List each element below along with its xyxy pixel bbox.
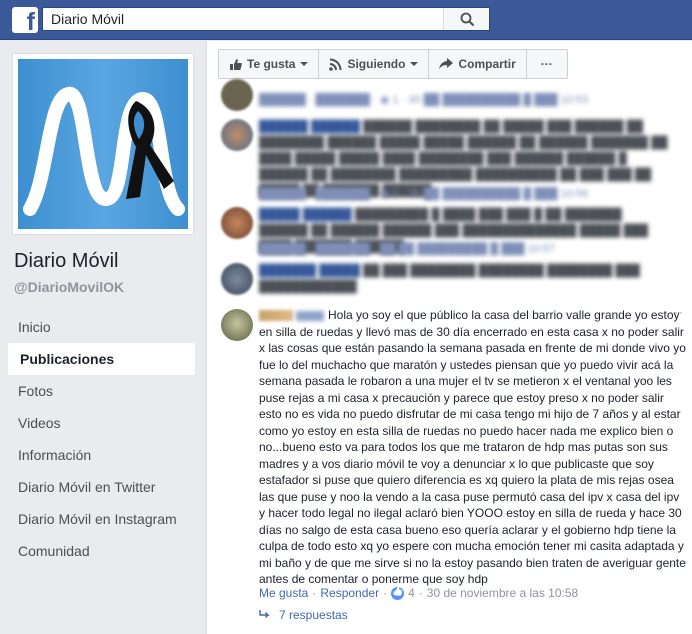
comment-body: Hola yo soy el que público la casa del b…: [259, 307, 687, 588]
page-action-bar: Te gusta Siguiendo Compartir ···: [218, 49, 568, 79]
nav-item-informacion[interactable]: Información: [8, 439, 195, 471]
main-feed: Te gusta Siguiendo Compartir ··· ██████ …: [206, 41, 692, 634]
avatar[interactable]: [221, 119, 253, 151]
search-button[interactable]: [443, 8, 489, 30]
author-name[interactable]: [259, 310, 293, 322]
nav-item-fotos[interactable]: Fotos: [8, 375, 195, 407]
avatar[interactable]: [221, 309, 253, 341]
view-replies-link[interactable]: 7 respuestas: [259, 608, 348, 622]
author-name-suffix[interactable]: [296, 310, 324, 321]
comment-text: Hola yo soy el que público la casa del b…: [259, 308, 686, 586]
avatar[interactable]: [221, 207, 253, 239]
profile-logo-image: [18, 59, 188, 229]
nav-item-publicaciones[interactable]: Publicaciones: [8, 343, 195, 375]
comment-meta: ██████ · ███████ · ◉ 2 · 30 ██ █████████…: [259, 188, 589, 200]
chevron-down-icon: [410, 62, 419, 66]
more-options-button[interactable]: ···: [527, 50, 567, 78]
page-nav: Inicio Publicaciones Fotos Videos Inform…: [8, 311, 195, 567]
top-navbar: f: [0, 0, 692, 40]
reaction-count[interactable]: 4: [408, 586, 415, 600]
share-arrow-icon: [439, 58, 454, 69]
nav-item-inicio[interactable]: Inicio: [8, 311, 195, 343]
rss-icon: [329, 58, 342, 71]
comment-timestamp[interactable]: 30 de noviembre a las 10:58: [427, 586, 578, 600]
comment-reply-link[interactable]: Responder: [320, 586, 379, 600]
search-input[interactable]: [43, 8, 443, 30]
left-column: Diario Móvil @DiarioMovilOK Inicio Publi…: [0, 41, 205, 634]
facebook-logo-icon[interactable]: f: [12, 7, 38, 35]
chevron-down-icon: [300, 62, 309, 66]
share-button[interactable]: Compartir: [429, 50, 527, 78]
like-page-button[interactable]: Te gusta: [219, 50, 320, 78]
search-bar: [42, 7, 490, 31]
page-handle[interactable]: @DiarioMovilOK: [14, 279, 124, 295]
comment-body: ███████ █████ ██ ███ ████████ ████████ █…: [259, 265, 640, 293]
following-button[interactable]: Siguiendo: [319, 50, 430, 78]
nav-item-comunidad[interactable]: Comunidad: [8, 535, 195, 567]
like-reaction-icon[interactable]: [391, 586, 405, 600]
comment-meta: Me gusta · Responder · 4 · 30 de noviemb…: [259, 586, 578, 600]
thumbs-up-icon: [230, 58, 242, 70]
nav-item-twitter[interactable]: Diario Móvil en Twitter: [8, 471, 195, 503]
comment-meta: ██████ · ███████ · ◉ 1 · 30 ██ █████████…: [259, 94, 589, 106]
comment-meta: ██████ · ███████ · ██ ██ █████████ █ ███…: [259, 243, 556, 255]
nav-item-instagram[interactable]: Diario Móvil en Instagram: [8, 503, 195, 535]
page-title: Diario Móvil: [14, 250, 119, 272]
reply-arrow-icon: [259, 610, 270, 618]
comment-like-link[interactable]: Me gusta: [259, 586, 308, 600]
avatar[interactable]: [221, 263, 253, 295]
nav-item-videos[interactable]: Videos: [8, 407, 195, 439]
search-icon: [460, 12, 475, 27]
profile-picture[interactable]: [12, 53, 194, 235]
avatar[interactable]: [221, 79, 253, 111]
